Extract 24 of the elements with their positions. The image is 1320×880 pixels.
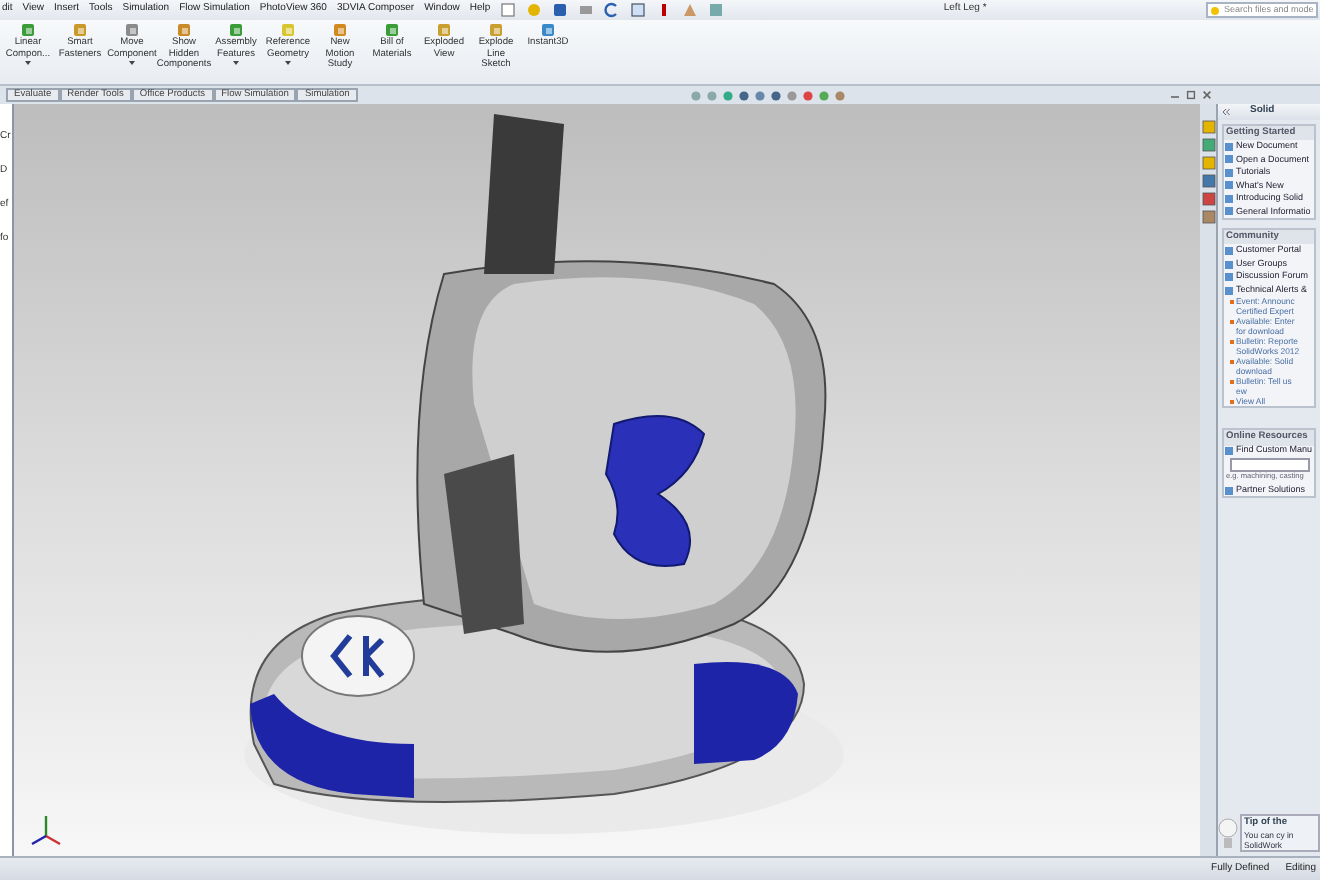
axis-triad-icon — [31, 816, 61, 846]
minimize-icon[interactable] — [1170, 90, 1180, 100]
tool-icon — [228, 22, 244, 38]
tool-icon — [124, 22, 140, 38]
tool-icon — [72, 22, 88, 38]
close-icon[interactable] — [1202, 90, 1212, 100]
tool-icon — [436, 22, 452, 38]
sheet-icon[interactable] — [500, 2, 517, 18]
collapse-icon[interactable] — [1222, 108, 1230, 116]
caret-icon — [232, 60, 240, 66]
tool-icon — [332, 22, 348, 38]
tool-icon — [384, 22, 400, 38]
tool-icon — [488, 22, 504, 38]
tool-icon — [280, 22, 296, 38]
caret-icon — [128, 60, 136, 66]
tool-icon — [20, 22, 36, 38]
tool-icon — [176, 22, 192, 38]
caret-icon — [24, 60, 32, 66]
undo-icon[interactable] — [604, 2, 621, 18]
restore-icon[interactable] — [1186, 90, 1196, 100]
search-input[interactable] — [1230, 458, 1310, 473]
search-icon — [1210, 5, 1220, 15]
tool-icon — [540, 22, 556, 38]
caret-icon — [284, 60, 292, 66]
